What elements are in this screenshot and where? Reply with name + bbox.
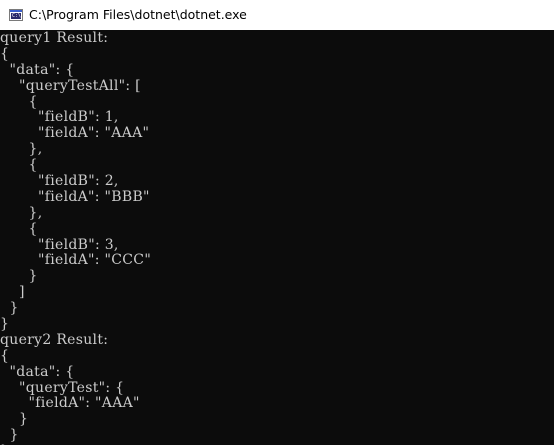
console-line: "fieldB": 1, <box>0 109 119 126</box>
console-line: } <box>0 300 19 317</box>
console-line: } <box>0 268 38 285</box>
console-line: "fieldA": "BBB" <box>0 188 150 205</box>
console-line: "data": { <box>0 363 75 380</box>
console-line: "queryTestAll": [ <box>0 77 141 94</box>
console-line: "fieldB": 3, <box>0 236 119 253</box>
console-line: { <box>0 347 10 364</box>
console-line: { <box>0 45 10 62</box>
console-line: "fieldA": "AAA" <box>0 395 140 412</box>
console-line: }, <box>0 204 43 221</box>
console-app-icon-bar <box>10 10 22 12</box>
console-line: }, <box>0 141 43 158</box>
console-line: "fieldA": "AAA" <box>0 125 150 142</box>
console-window: C:\ C:\Program Files\dotnet\dotnet.exe q… <box>0 0 554 445</box>
console-line: "queryTest": { <box>0 379 125 396</box>
console-line: } <box>0 427 19 444</box>
title-bar[interactable]: C:\ C:\Program Files\dotnet\dotnet.exe <box>0 0 554 30</box>
console-line: { <box>0 157 38 174</box>
console-app-icon-screen: C:\ <box>11 13 21 19</box>
console-line: } <box>0 316 10 333</box>
console-line: "fieldA": "CCC" <box>0 252 152 269</box>
console-line: "fieldB": 2, <box>0 173 119 190</box>
console-line: { <box>0 93 38 110</box>
window-title: C:\Program Files\dotnet\dotnet.exe <box>29 7 247 22</box>
console-line: "data": { <box>0 61 75 78</box>
console-app-icon[interactable]: C:\ <box>9 9 23 21</box>
console-line: } <box>0 411 29 428</box>
console-line: { <box>0 220 38 237</box>
console-line: query2 Result: <box>0 331 109 348</box>
console-line: query1 Result: <box>0 31 109 46</box>
console-output[interactable]: query1 Result:{ "data": { "queryTestAll"… <box>0 31 554 445</box>
console-line: ] <box>0 284 25 301</box>
